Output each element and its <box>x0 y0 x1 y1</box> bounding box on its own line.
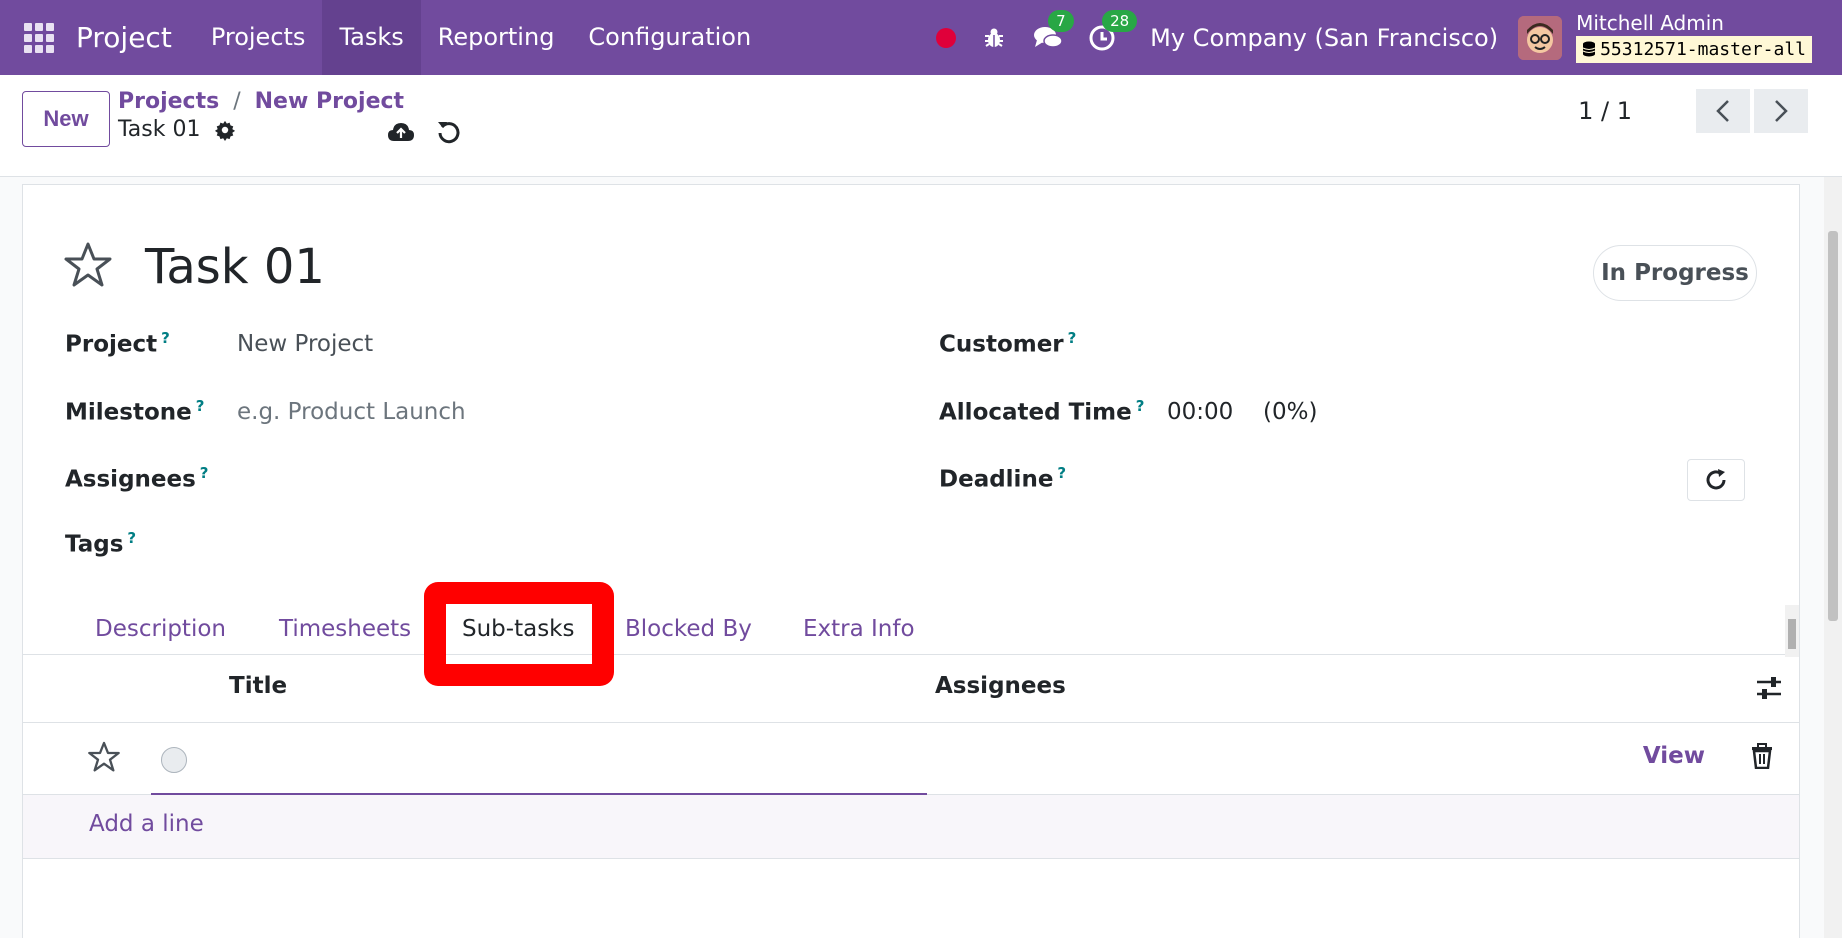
customer-label-text: Customer <box>939 331 1064 358</box>
pager-next-button[interactable] <box>1754 89 1808 133</box>
refresh-icon <box>1706 469 1726 490</box>
record-name: Task 01 <box>118 117 201 142</box>
user-avatar[interactable] <box>1518 15 1563 60</box>
tab-extra-info[interactable]: Extra Info <box>803 603 915 655</box>
tab-blocked-by[interactable]: Blocked By <box>625 603 752 655</box>
deadline-label: Deadline? <box>939 464 1066 493</box>
customer-label: Customer? <box>939 329 1076 358</box>
assignees-label-text: Assignees <box>65 466 196 493</box>
milestone-field[interactable]: e.g. Product Launch <box>237 399 466 425</box>
project-label: Project? <box>65 329 170 358</box>
database-badge: 55312571-master-all <box>1576 35 1812 63</box>
task-title[interactable]: Task 01 <box>145 239 325 295</box>
row-priority-star-icon[interactable] <box>87 741 121 777</box>
app-name[interactable]: Project <box>76 21 172 54</box>
nav-configuration[interactable]: Configuration <box>571 0 768 75</box>
help-tooltip-mark[interactable]: ? <box>1068 329 1077 347</box>
activity-clock-icon[interactable]: 28 <box>1086 9 1138 54</box>
record-name-row: Task 01 <box>118 117 236 142</box>
row-view-button[interactable]: View <box>1643 743 1705 769</box>
add-a-line-link[interactable]: Add a line <box>89 811 204 837</box>
subtasks-list-header: Title Assignees <box>23 655 1799 723</box>
bug-icon[interactable] <box>978 22 1010 54</box>
project-field[interactable]: New Project <box>237 331 373 357</box>
priority-star-icon[interactable] <box>63 241 113 293</box>
trash-icon[interactable] <box>1751 743 1773 773</box>
allocated-time-field[interactable]: 00:00 <box>1167 399 1233 425</box>
activity-count-badge: 28 <box>1102 9 1138 32</box>
deadline-label-text: Deadline <box>939 466 1054 493</box>
add-line-row: Add a line <box>23 795 1799 859</box>
tabs-scrollbar[interactable] <box>1785 605 1799 657</box>
apps-menu-icon[interactable] <box>24 22 56 54</box>
user-name: Mitchell Admin <box>1576 10 1724 35</box>
nav-projects[interactable]: Projects <box>194 0 323 75</box>
database-name: 55312571-master-all <box>1600 38 1806 60</box>
column-assignees[interactable]: Assignees <box>935 673 1066 699</box>
chevron-right-icon <box>1775 100 1788 122</box>
save-cloud-icon[interactable] <box>386 117 416 147</box>
project-label-text: Project <box>65 331 158 358</box>
breadcrumb-separator: / <box>233 89 241 114</box>
pager-previous-button[interactable] <box>1696 89 1750 133</box>
form-sheet: Task 01 In Progress Project? New Project… <box>22 184 1800 938</box>
recording-icon[interactable] <box>936 27 957 48</box>
nav-reporting[interactable]: Reporting <box>421 0 572 75</box>
tab-timesheets[interactable]: Timesheets <box>279 603 411 655</box>
milestone-label: Milestone? <box>65 397 204 426</box>
help-tooltip-mark[interactable]: ? <box>1136 397 1145 415</box>
stage-status-button[interactable]: In Progress <box>1593 245 1757 301</box>
column-title[interactable]: Title <box>229 673 287 699</box>
user-menu[interactable]: Mitchell Admin 55312571-master-all <box>1576 13 1812 63</box>
notebook-tabs: Description Timesheets Sub-tasks Blocked… <box>23 603 1799 655</box>
tags-label-text: Tags <box>65 531 124 558</box>
optional-columns-icon[interactable] <box>1755 675 1783 705</box>
new-button[interactable]: New <box>22 91 110 147</box>
help-tooltip-mark[interactable]: ? <box>1057 464 1066 482</box>
allocated-time-label: Allocated Time? <box>939 397 1144 426</box>
database-icon <box>1582 41 1596 57</box>
help-tooltip-mark[interactable]: ? <box>200 464 209 482</box>
breadcrumb-new-project[interactable]: New Project <box>255 89 404 114</box>
control-panel: New Projects / New Project Task 01 1 / 1 <box>0 75 1842 177</box>
discard-undo-icon[interactable] <box>434 117 464 147</box>
tab-description[interactable]: Description <box>95 603 226 655</box>
assignees-label: Assignees? <box>65 464 209 493</box>
help-tooltip-mark[interactable]: ? <box>161 329 170 347</box>
help-tooltip-mark[interactable]: ? <box>127 529 136 547</box>
breadcrumb: Projects / New Project <box>118 89 404 114</box>
chevron-left-icon <box>1716 100 1729 122</box>
help-tooltip-mark[interactable]: ? <box>196 397 205 415</box>
top-navbar: Project Projects Tasks Reporting Configu… <box>0 0 1842 75</box>
allocated-time-label-text: Allocated Time <box>939 399 1132 426</box>
sub-tasks-highlight-box <box>424 582 614 686</box>
breadcrumb-projects[interactable]: Projects <box>118 89 219 114</box>
nav-tasks[interactable]: Tasks <box>322 0 421 75</box>
milestone-label-text: Milestone <box>65 399 192 426</box>
gear-icon[interactable] <box>214 119 236 141</box>
table-row[interactable]: View <box>23 723 1799 795</box>
recurrence-refresh-button[interactable] <box>1687 459 1745 501</box>
tags-label: Tags? <box>65 529 136 558</box>
row-state-circle[interactable] <box>161 747 187 773</box>
chat-icon[interactable]: 7 <box>1032 9 1074 54</box>
page-scrollbar[interactable] <box>1824 177 1842 938</box>
company-switcher[interactable]: My Company (San Francisco) <box>1150 24 1498 52</box>
allocated-time-percent: (0%) <box>1263 399 1318 425</box>
chat-count-badge: 7 <box>1048 9 1074 32</box>
pager-value[interactable]: 1 / 1 <box>1578 97 1632 125</box>
